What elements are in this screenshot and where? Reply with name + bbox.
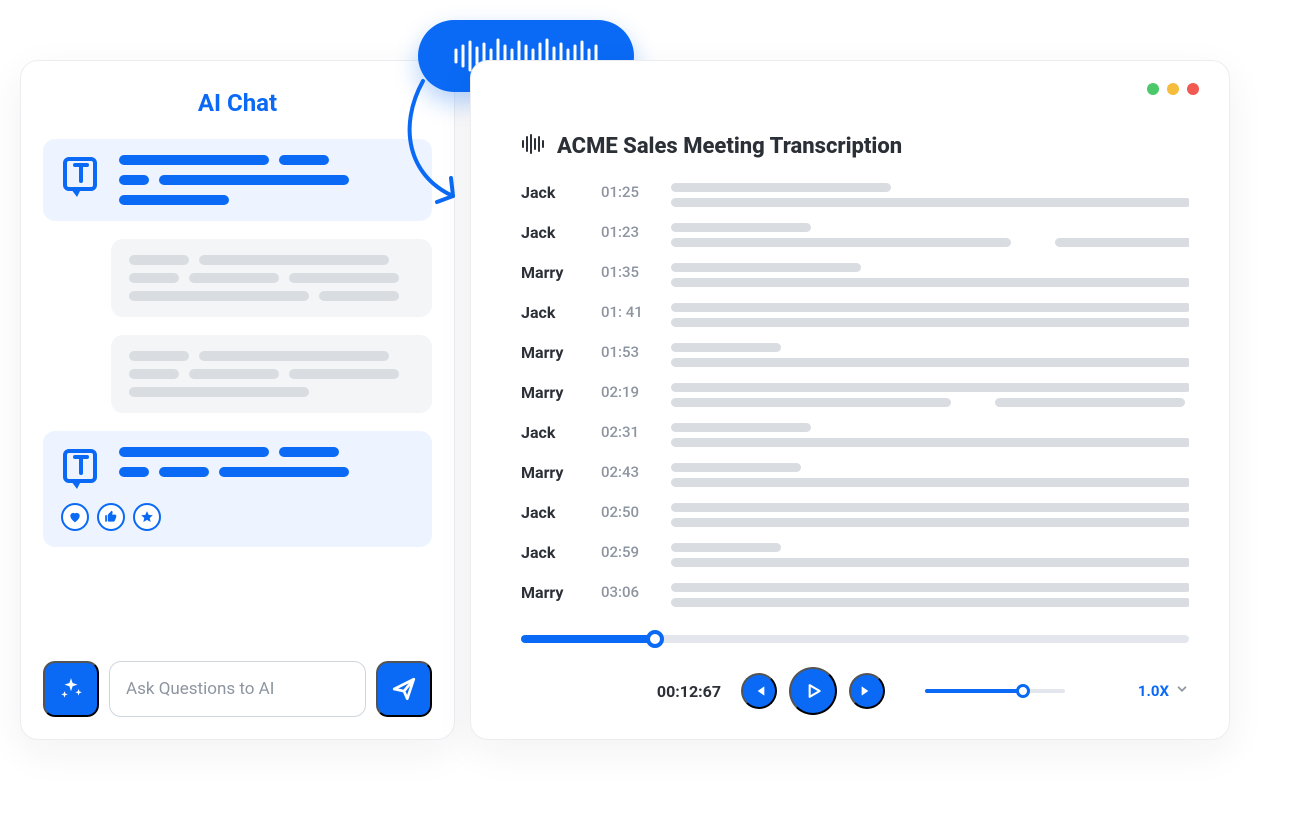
transcription-row[interactable]: Jack 02:59 (521, 543, 1189, 575)
timestamp: 01:35 (601, 263, 651, 281)
window-dot-green (1147, 83, 1159, 95)
playback-speed-button[interactable]: 1.0X (1138, 682, 1189, 700)
transcription-row[interactable]: Jack 01:25 (521, 183, 1189, 215)
chat-body (43, 139, 432, 643)
transcription-list: Jack 01:25 Jack 01:23 Marry 01:35 Jack 01: 41 Ma… (521, 183, 1189, 621)
transcript-text-placeholder (671, 423, 1189, 447)
chat-message-ai (43, 431, 432, 547)
chat-input[interactable] (109, 661, 366, 717)
ai-sparkle-button[interactable] (43, 661, 99, 717)
ai-avatar-icon (61, 155, 105, 203)
speaker-name: Marry (521, 463, 581, 482)
timestamp: 02:43 (601, 463, 651, 481)
transcription-row[interactable]: Jack 01:23 (521, 223, 1189, 255)
ai-avatar-icon (61, 447, 105, 495)
transcription-row[interactable]: Marry 03:06 (521, 583, 1189, 615)
volume-slider[interactable] (925, 689, 1098, 693)
play-button[interactable] (789, 667, 837, 715)
speaker-name: Jack (521, 543, 581, 562)
speaker-name: Jack (521, 223, 581, 242)
chat-input-row (43, 661, 432, 717)
transcript-text-placeholder (671, 263, 1189, 287)
speaker-name: Marry (521, 343, 581, 362)
transcription-row[interactable]: Marry 02:43 (521, 463, 1189, 495)
window-dot-yellow (1167, 83, 1179, 95)
window-dot-red (1187, 83, 1199, 95)
transcript-text-placeholder (671, 463, 1189, 487)
chat-message-ai (43, 139, 432, 221)
send-button[interactable] (376, 661, 432, 717)
speed-label: 1.0X (1138, 682, 1169, 700)
timestamp: 01:23 (601, 223, 651, 241)
transcription-row[interactable]: Jack 02:31 (521, 423, 1189, 455)
transcription-row[interactable]: Jack 02:50 (521, 503, 1189, 535)
speaker-name: Jack (521, 503, 581, 522)
timestamp: 02:59 (601, 543, 651, 561)
progress-bar[interactable] (521, 635, 1189, 643)
timestamp: 01: 41 (601, 303, 651, 321)
transcript-text-placeholder (671, 583, 1189, 607)
speaker-name: Jack (521, 183, 581, 202)
curved-arrow-icon (388, 76, 478, 216)
transcript-text-placeholder (671, 223, 1189, 247)
waveform-small-icon (521, 133, 545, 159)
transcription-row[interactable]: Marry 01:35 (521, 263, 1189, 295)
window-traffic-lights (1147, 83, 1199, 95)
transcription-row[interactable]: Jack 01: 41 (521, 303, 1189, 335)
react-heart-button[interactable] (61, 503, 89, 531)
timestamp: 03:06 (601, 583, 651, 601)
transcription-title: ACME Sales Meeting Transcription (557, 134, 902, 159)
timestamp: 02:19 (601, 383, 651, 401)
speaker-name: Marry (521, 583, 581, 602)
transcript-text-placeholder (671, 343, 1189, 367)
transcription-panel: ACME Sales Meeting Transcription Jack 01:… (470, 60, 1230, 740)
speaker-name: Jack (521, 303, 581, 322)
react-star-button[interactable] (133, 503, 161, 531)
transcript-text-placeholder (671, 543, 1189, 567)
speaker-name: Jack (521, 423, 581, 442)
transcript-text-placeholder (671, 303, 1189, 327)
transcript-text-placeholder (671, 183, 1189, 207)
timestamp: 01:25 (601, 183, 651, 201)
transcript-text-placeholder (671, 503, 1189, 527)
speaker-name: Marry (521, 383, 581, 402)
transcription-row[interactable]: Marry 02:19 (521, 383, 1189, 415)
skip-forward-button[interactable] (849, 673, 885, 709)
timestamp: 02:50 (601, 503, 651, 521)
react-thumbs-up-button[interactable] (97, 503, 125, 531)
chat-message-user (111, 239, 432, 317)
timestamp: 02:31 (601, 423, 651, 441)
timestamp: 01:53 (601, 343, 651, 361)
transcription-row[interactable]: Marry 01:53 (521, 343, 1189, 375)
chat-title: AI Chat (43, 89, 432, 117)
transcription-header: ACME Sales Meeting Transcription (521, 133, 1189, 159)
current-time: 00:12:67 (631, 682, 721, 701)
audio-player: 00:12:67 (521, 635, 1189, 715)
chevron-down-icon (1175, 682, 1189, 700)
transcript-text-placeholder (671, 383, 1189, 407)
chat-message-user (111, 335, 432, 413)
speaker-name: Marry (521, 263, 581, 282)
skip-back-button[interactable] (741, 673, 777, 709)
